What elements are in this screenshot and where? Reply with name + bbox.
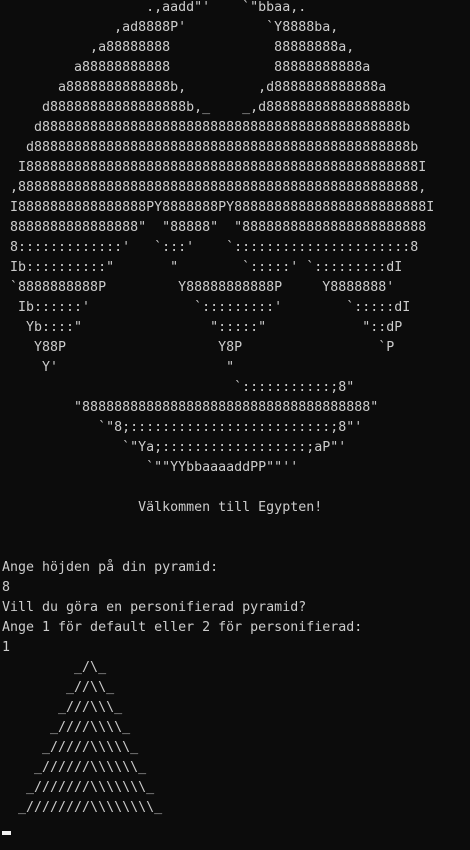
ascii-art-line: Ib::::::' `:::::::::' `:::::dI	[2, 300, 411, 315]
prompt-choice: Ange 1 för default eller 2 för personifi…	[2, 620, 363, 635]
pyramid-row: _///\\\_	[2, 700, 123, 715]
ascii-art-line: Y' "	[2, 360, 235, 375]
pyramid-row: _//////\\\\\\_	[2, 760, 147, 775]
prompt-custom: Vill du göra en personifierad pyramid?	[2, 600, 307, 615]
ascii-art-line: Yb::::" ":::::" "::dP	[2, 320, 403, 335]
ascii-art-line: `:::::::::::;8"	[2, 380, 355, 395]
ascii-art-line: 8:::::::::::::' `:::' `:::::::::::::::::…	[2, 240, 419, 255]
ascii-art-line: d88888888888888888b,_ _,d888888888888888…	[2, 100, 411, 115]
ascii-art-line: Y88P Y8P `P	[2, 340, 395, 355]
ascii-art-line: I888888888888888888888888888888888888888…	[2, 160, 427, 175]
ascii-art-line: `""YYbbaaaaddPP""''	[2, 460, 299, 475]
ascii-art-line: a88888888888 88888888888a	[2, 60, 371, 75]
ascii-art-line: `8888888888P Y88888888888P Y8888888'	[2, 280, 395, 295]
ascii-art-line: `"8;:::::::::::::::::::::::::;8"'	[2, 420, 363, 435]
ascii-art-line: ,ad8888P' `Y8888ba,	[2, 20, 339, 35]
pyramid-row: _//\\_	[2, 680, 115, 695]
ascii-art-line: d888888888888888888888888888888888888888…	[2, 120, 411, 135]
ascii-art-line: `"Ya;::::::::::::::::::;aP"'	[2, 440, 347, 455]
ascii-art-line: a8888888888888b, ,d8888888888888a	[2, 80, 387, 95]
text-cursor[interactable]	[2, 831, 11, 835]
pyramid-row: _///////\\\\\\\_	[2, 780, 155, 795]
ascii-art-line: Ib::::::::::" " `:::::' `:::::::::dI	[2, 260, 403, 275]
input-choice: 1	[2, 640, 11, 655]
pyramid-row: _/\_	[2, 660, 107, 675]
ascii-art-line: .,aadd"' `"bbaa,.	[2, 0, 307, 15]
welcome-message: Välkommen till Egypten!	[2, 500, 323, 515]
ascii-art-line: ,a88888888 88888888a,	[2, 40, 355, 55]
ascii-art-line: d888888888888888888888888888888888888888…	[2, 140, 419, 155]
input-height: 8	[2, 580, 11, 595]
ascii-art-line: I8888888888888888PY8888888PY888888888888…	[2, 200, 435, 215]
ascii-art-line: "888888888888888888888888888888888888"	[2, 400, 379, 415]
pyramid-row: _/////\\\\\_	[2, 740, 139, 755]
pyramid-row: _////////\\\\\\\\_	[2, 800, 163, 815]
console-window[interactable]: .,aadd"' `"bbaa,. ,ad8888P' `Y8888ba, ,a…	[0, 0, 470, 850]
ascii-art-line: 8888888888888888" "88888" "8888888888888…	[2, 220, 427, 235]
pyramid-row: _////\\\\_	[2, 720, 131, 735]
ascii-art-line: ,888888888888888888888888888888888888888…	[2, 180, 427, 195]
prompt-height: Ange höjden på din pyramid:	[2, 560, 219, 575]
